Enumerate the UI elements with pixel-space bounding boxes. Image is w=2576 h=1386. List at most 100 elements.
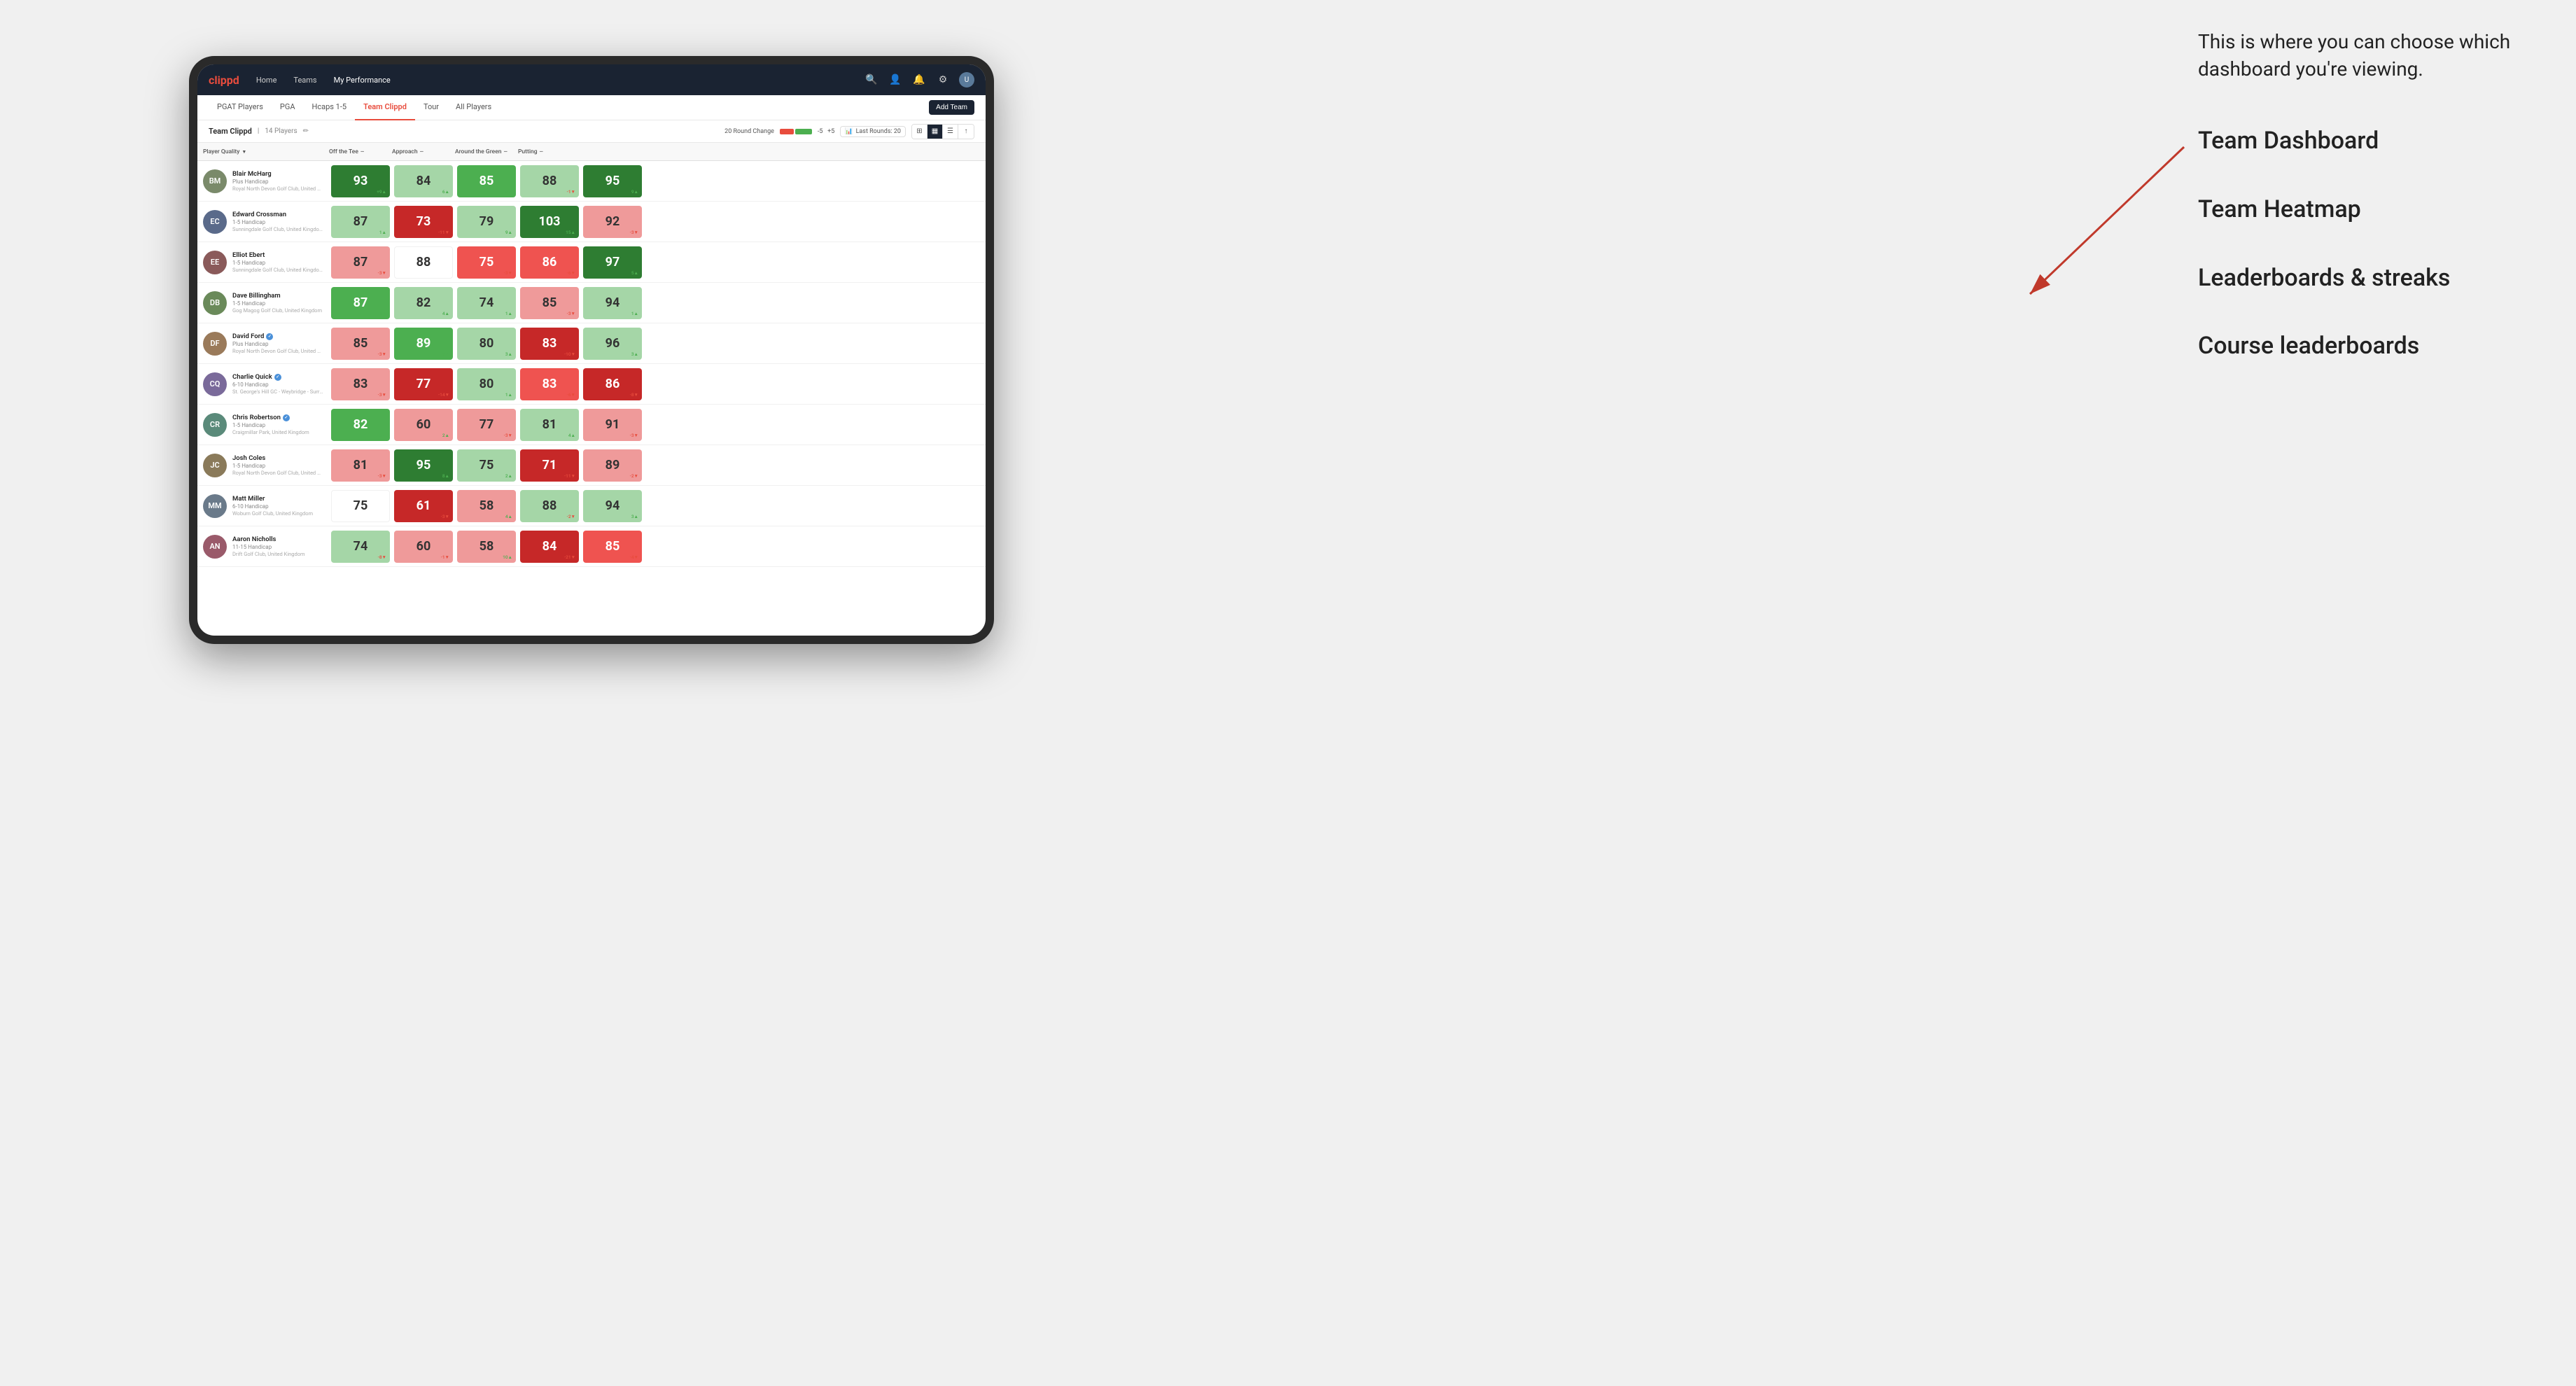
score-quality[interactable]: 87-3▼ — [331, 246, 390, 279]
player-name[interactable]: Matt Miller — [232, 495, 313, 503]
table-row[interactable]: JCJosh Coles1-5 HandicapRoyal North Devo… — [197, 445, 986, 486]
player-name[interactable]: Dave Billingham — [232, 292, 322, 300]
score-approach[interactable]: 801▲ — [457, 368, 516, 400]
score-off_tee[interactable]: 897▲ — [394, 328, 453, 360]
player-name[interactable]: Edward Crossman — [232, 211, 323, 218]
dashboard-option-item[interactable]: Team Heatmap — [2198, 193, 2562, 227]
score-putting[interactable]: 941▲ — [583, 287, 642, 319]
table-row[interactable]: CQCharlie Quick✓6-10 HandicapSt. George'… — [197, 364, 986, 405]
score-approach[interactable]: 584▲ — [457, 490, 516, 522]
score-off_tee[interactable]: 846▲ — [394, 165, 453, 197]
score-approach[interactable]: 858▲ — [457, 165, 516, 197]
dashboard-option-item[interactable]: Course leaderboards — [2198, 330, 2562, 363]
player-name[interactable]: Aaron Nicholls — [232, 536, 305, 543]
score-approach[interactable]: 75-3▼ — [457, 246, 516, 279]
col-putting-arrow[interactable]: — — [540, 149, 543, 155]
score-quality[interactable]: 85-3▼ — [331, 328, 390, 360]
table-row[interactable]: CRChris Robertson✓1-5 HandicapCraigmilla… — [197, 405, 986, 445]
score-around[interactable]: 83-10▼ — [520, 328, 579, 360]
subnav-team-clippd[interactable]: Team Clippd — [355, 95, 415, 120]
score-quality[interactable]: 823▲ — [331, 409, 390, 441]
table-row[interactable]: ANAaron Nicholls11-15 HandicapDrift Golf… — [197, 526, 986, 567]
dashboard-option-item[interactable]: Leaderboards & streaks — [2198, 262, 2562, 295]
player-name[interactable]: Elliot Ebert — [232, 251, 323, 259]
score-quality[interactable]: 83-3▼ — [331, 368, 390, 400]
score-around[interactable]: 83-6▼ — [520, 368, 579, 400]
score-around[interactable]: 84-21▼ — [520, 531, 579, 563]
player-name[interactable]: David Ford✓ — [232, 332, 323, 340]
score-putting[interactable]: 89-2▼ — [583, 449, 642, 482]
score-putting[interactable]: 92-3▼ — [583, 206, 642, 238]
add-team-button[interactable]: Add Team — [929, 100, 974, 115]
score-putting[interactable]: 975▲ — [583, 246, 642, 279]
subnav-pgat[interactable]: PGAT Players — [209, 95, 272, 120]
score-off_tee[interactable]: 60-1▼ — [394, 531, 453, 563]
score-approach[interactable]: 5810▲ — [457, 531, 516, 563]
table-row[interactable]: DFDavid Ford✓Plus HandicapRoyal North De… — [197, 323, 986, 364]
score-around[interactable]: 10315▲ — [520, 206, 579, 238]
score-off_tee[interactable]: 73-11▼ — [394, 206, 453, 238]
table-row[interactable]: DBDave Billingham1-5 HandicapGog Magog G… — [197, 283, 986, 323]
subnav-tour[interactable]: Tour — [415, 95, 447, 120]
score-around[interactable]: 71-11▼ — [520, 449, 579, 482]
score-off_tee[interactable]: 824▲ — [394, 287, 453, 319]
col-around-arrow[interactable]: — — [504, 149, 507, 155]
score-around[interactable]: 814▲ — [520, 409, 579, 441]
last-rounds-button[interactable]: 📊 Last Rounds: 20 — [840, 126, 906, 137]
nav-teams[interactable]: Teams — [290, 74, 319, 86]
score-quality[interactable]: 871▲ — [331, 206, 390, 238]
table-row[interactable]: BMBlair McHargPlus HandicapRoyal North D… — [197, 161, 986, 202]
score-putting[interactable]: 91-3▼ — [583, 409, 642, 441]
search-icon[interactable]: 🔍 — [864, 72, 879, 88]
score-off_tee[interactable]: 61-3▼ — [394, 490, 453, 522]
subnav-hcaps[interactable]: Hcaps 1-5 — [304, 95, 356, 120]
subnav-all-players[interactable]: All Players — [447, 95, 500, 120]
subnav-pga[interactable]: PGA — [272, 95, 304, 120]
col-approach-arrow[interactable]: — — [420, 149, 424, 155]
player-name[interactable]: Blair McHarg — [232, 170, 323, 178]
score-putting[interactable]: 943▲ — [583, 490, 642, 522]
score-quality[interactable]: 81-3▼ — [331, 449, 390, 482]
grid-view-btn[interactable]: ⊞ — [912, 125, 927, 139]
score-quality[interactable]: 874▲ — [331, 287, 390, 319]
score-putting[interactable]: 85-4▼ — [583, 531, 642, 563]
score-approach[interactable]: 803▲ — [457, 328, 516, 360]
score-approach[interactable]: 741▲ — [457, 287, 516, 319]
score-approach[interactable]: 77-3▼ — [457, 409, 516, 441]
user-avatar[interactable]: U — [959, 72, 974, 88]
table-row[interactable]: ECEdward Crossman1-5 HandicapSunningdale… — [197, 202, 986, 242]
score-off_tee[interactable]: 958▲ — [394, 449, 453, 482]
list-view-btn[interactable]: ☰ — [943, 125, 958, 139]
score-quality[interactable]: 75 — [331, 490, 390, 522]
settings-icon[interactable]: ⚙ — [935, 72, 951, 88]
score-around[interactable]: 88-2▼ — [520, 490, 579, 522]
col-off-tee-arrow[interactable]: — — [360, 149, 364, 155]
player-name[interactable]: Josh Coles — [232, 454, 323, 462]
score-putting[interactable]: 959▲ — [583, 165, 642, 197]
score-around[interactable]: 86-6▼ — [520, 246, 579, 279]
table-row[interactable]: EEElliot Ebert1-5 HandicapSunningdale Go… — [197, 242, 986, 283]
score-putting[interactable]: 86-8▼ — [583, 368, 642, 400]
nav-home[interactable]: Home — [253, 74, 280, 86]
score-putting[interactable]: 963▲ — [583, 328, 642, 360]
score-quality[interactable]: 93+9▲ — [331, 165, 390, 197]
player-name[interactable]: Chris Robertson✓ — [232, 414, 309, 421]
col-sort-arrow[interactable]: ▼ — [241, 149, 246, 155]
score-around[interactable]: 88-1▼ — [520, 165, 579, 197]
score-quality[interactable]: 74-8▼ — [331, 531, 390, 563]
player-name[interactable]: Charlie Quick✓ — [232, 373, 323, 381]
edit-team-icon[interactable]: ✏ — [303, 127, 309, 135]
profile-icon[interactable]: 👤 — [888, 72, 903, 88]
score-off_tee[interactable]: 602▲ — [394, 409, 453, 441]
score-around[interactable]: 85-3▼ — [520, 287, 579, 319]
dashboard-option-item[interactable]: Team Dashboard — [2198, 125, 2562, 158]
nav-my-performance[interactable]: My Performance — [331, 74, 393, 86]
score-approach[interactable]: 752▲ — [457, 449, 516, 482]
score-approach[interactable]: 799▲ — [457, 206, 516, 238]
score-off_tee[interactable]: 88 — [394, 246, 453, 279]
notification-icon[interactable]: 🔔 — [911, 72, 927, 88]
score-off_tee[interactable]: 77-14▼ — [394, 368, 453, 400]
heatmap-view-btn[interactable]: ▦ — [927, 125, 943, 139]
table-row[interactable]: MMMatt Miller6-10 HandicapWoburn Golf Cl… — [197, 486, 986, 526]
export-btn[interactable]: ↑ — [958, 125, 974, 139]
